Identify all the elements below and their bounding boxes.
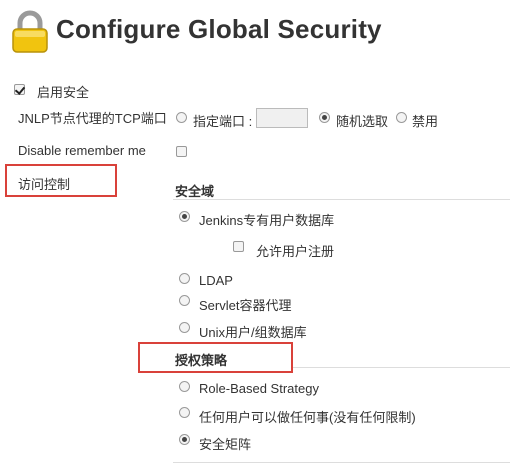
jnlp-disable-radio[interactable]	[396, 112, 407, 123]
access-control-label: 访问控制	[18, 177, 71, 192]
jnlp-port-label: JNLP节点代理的TCP端口	[18, 111, 167, 126]
auth-matrix-radio[interactable]	[179, 434, 190, 445]
jnlp-port-input[interactable]	[256, 108, 308, 128]
jnlp-disable-label: 禁用	[412, 114, 439, 129]
auth-matrix-label: 安全矩阵	[199, 437, 252, 452]
realm-ldap-radio[interactable]	[179, 273, 190, 284]
auth-role-based-label: Role-Based Strategy	[199, 381, 319, 396]
jnlp-fixed-port-radio[interactable]	[176, 112, 187, 123]
jnlp-random-radio[interactable]	[319, 112, 330, 123]
auth-anyone-label: 任何用户可以做任何事(没有任何限制)	[199, 410, 416, 425]
allow-signup-label: 允许用户注册	[256, 244, 335, 259]
realm-jenkins-db-label: Jenkins专有用户数据库	[199, 213, 335, 228]
bottom-divider	[173, 462, 510, 463]
page-title: Configure Global Security	[56, 14, 382, 44]
realm-jenkins-db-radio[interactable]	[179, 211, 190, 222]
disable-remember-me-checkbox[interactable]	[176, 146, 187, 157]
security-realm-heading: 安全域	[175, 184, 215, 199]
jnlp-random-label: 随机选取	[336, 114, 389, 129]
jnlp-fixed-port-label: 指定端口 :	[193, 114, 253, 129]
realm-servlet-radio[interactable]	[179, 295, 190, 306]
authorization-divider	[293, 367, 510, 368]
realm-servlet-label: Servlet容器代理	[199, 298, 292, 313]
disable-remember-me-label: Disable remember me	[18, 143, 146, 158]
realm-unix-label: Unix用户/组数据库	[199, 325, 307, 340]
auth-anyone-radio[interactable]	[179, 407, 190, 418]
auth-role-based-radio[interactable]	[179, 381, 190, 392]
security-realm-divider	[173, 199, 510, 200]
realm-unix-radio[interactable]	[179, 322, 190, 333]
allow-signup-checkbox[interactable]	[233, 241, 244, 252]
enable-security-label: 启用安全	[37, 85, 90, 100]
lock-icon	[12, 10, 48, 53]
realm-ldap-label: LDAP	[199, 273, 233, 288]
enable-security-checkbox[interactable]	[14, 84, 25, 95]
authorization-heading: 授权策略	[175, 353, 228, 368]
